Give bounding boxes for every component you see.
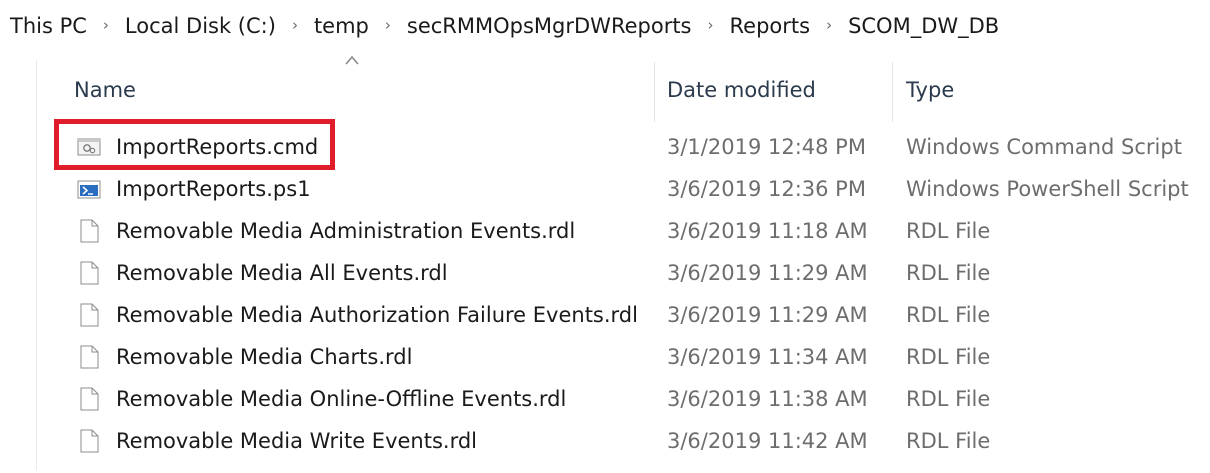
file-icon — [80, 345, 99, 369]
file-row-rdl[interactable]: Removable Media Authorization Failure Ev… — [0, 294, 1210, 336]
file-row-rdl[interactable]: Removable Media All Events.rdl 3/6/2019 … — [0, 252, 1210, 294]
chevron-right-icon[interactable]: › — [708, 16, 714, 34]
file-row-rdl[interactable]: Removable Media Administration Events.rd… — [0, 210, 1210, 252]
chevron-right-icon[interactable]: › — [826, 16, 832, 34]
file-row-rdl[interactable]: Removable Media Write Events.rdl 3/6/201… — [0, 420, 1210, 462]
file-type: RDL File — [906, 303, 991, 327]
breadcrumb-this-pc[interactable]: This PC — [0, 14, 89, 38]
file-name: Removable Media Administration Events.rd… — [116, 219, 576, 243]
file-date-modified: 3/6/2019 11:34 AM — [667, 345, 868, 369]
file-icon — [80, 387, 99, 411]
chevron-right-icon[interactable]: › — [103, 16, 109, 34]
file-type: RDL File — [906, 219, 991, 243]
file-type: RDL File — [906, 345, 991, 369]
file-date-modified: 3/6/2019 12:36 PM — [667, 177, 866, 201]
file-name: Removable Media Charts.rdl — [116, 345, 413, 369]
column-header-name[interactable]: Name — [74, 52, 654, 122]
breadcrumb-temp[interactable]: temp — [312, 14, 371, 38]
file-date-modified: 3/6/2019 11:38 AM — [667, 387, 868, 411]
file-icon — [80, 261, 99, 285]
file-icon — [80, 219, 99, 243]
file-date-modified: 3/1/2019 12:48 PM — [667, 135, 866, 159]
column-header-row: Name Date modified Type — [0, 52, 1210, 122]
file-date-modified: 3/6/2019 11:29 AM — [667, 261, 868, 285]
file-date-modified: 3/6/2019 11:18 AM — [667, 219, 868, 243]
breadcrumb-local-disk[interactable]: Local Disk (C:) — [123, 14, 278, 38]
file-date-modified: 3/6/2019 11:42 AM — [667, 429, 868, 453]
chevron-right-icon[interactable]: › — [385, 16, 391, 34]
file-row-rdl[interactable]: Removable Media Charts.rdl 3/6/2019 11:3… — [0, 336, 1210, 378]
file-name: Removable Media Online-Offline Events.rd… — [116, 387, 567, 411]
file-type: Windows PowerShell Script — [906, 177, 1189, 201]
breadcrumb-reports[interactable]: Reports — [728, 14, 813, 38]
file-type: RDL File — [906, 429, 991, 453]
file-list: ImportReports.cmd 3/1/2019 12:48 PM Wind… — [0, 126, 1210, 462]
breadcrumb: This PC › Local Disk (C:) › temp › secRM… — [0, 0, 1210, 52]
column-resize-handle[interactable] — [654, 62, 655, 122]
highlight-annotation-box — [54, 119, 335, 170]
file-icon — [80, 303, 99, 327]
file-name: ImportReports.ps1 — [116, 177, 311, 201]
file-row-rdl[interactable]: Removable Media Online-Offline Events.rd… — [0, 378, 1210, 420]
file-name: Removable Media Authorization Failure Ev… — [116, 303, 638, 327]
breadcrumb-scom-dw-db[interactable]: SCOM_DW_DB — [846, 14, 1001, 38]
column-resize-handle[interactable] — [892, 62, 893, 122]
powershell-script-icon — [77, 180, 101, 199]
file-type: RDL File — [906, 261, 991, 285]
breadcrumb-secrmm[interactable]: secRMMOpsMgrDWReports — [405, 14, 694, 38]
file-row-importreports-ps1[interactable]: ImportReports.ps1 3/6/2019 12:36 PM Wind… — [0, 168, 1210, 210]
file-date-modified: 3/6/2019 11:29 AM — [667, 303, 868, 327]
file-type: Windows Command Script — [906, 135, 1182, 159]
file-type: RDL File — [906, 387, 991, 411]
column-header-type[interactable]: Type — [906, 52, 1210, 122]
column-header-date-modified[interactable]: Date modified — [667, 52, 892, 122]
file-name: Removable Media All Events.rdl — [116, 261, 448, 285]
file-name: Removable Media Write Events.rdl — [116, 429, 477, 453]
file-icon — [80, 429, 99, 453]
chevron-right-icon[interactable]: › — [292, 16, 298, 34]
